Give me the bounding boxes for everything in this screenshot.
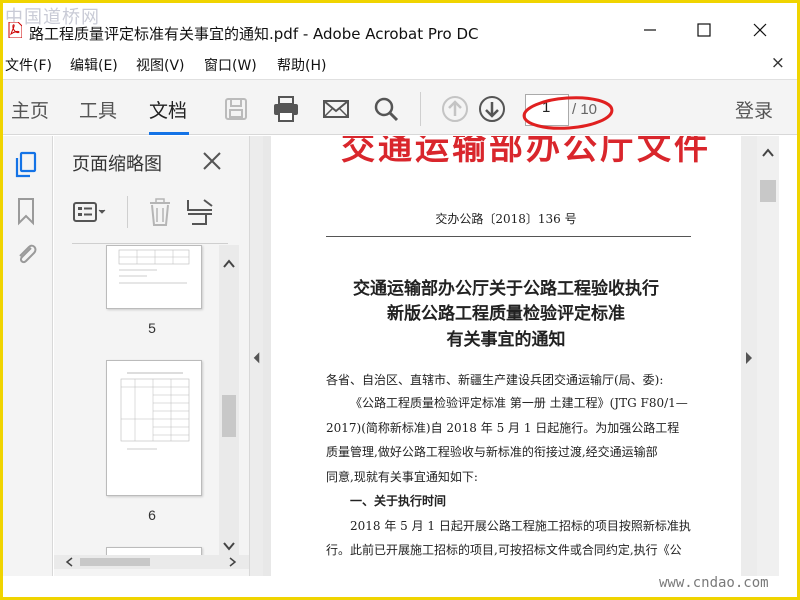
thumbnail-list: 5 6 bbox=[54, 245, 219, 563]
document-body-line: 《公路工程质量检验评定标准 第一册 土建工程》(JTG F80/1— bbox=[350, 396, 688, 410]
page-thumbnails-icon[interactable] bbox=[12, 150, 40, 180]
crop-page-icon[interactable] bbox=[182, 198, 218, 226]
document-body-line: 行。此前已开展施工招标的项目,可按招标文件或合同约定,执行《公 bbox=[326, 543, 682, 557]
thumbnail-label-6: 6 bbox=[148, 507, 156, 523]
thumbnail-horizontal-scrollbar[interactable] bbox=[54, 555, 249, 569]
document-title-line: 有关事宜的通知 bbox=[446, 330, 566, 350]
save-icon[interactable] bbox=[221, 94, 251, 124]
page-up-icon[interactable] bbox=[440, 94, 470, 124]
tab-tools[interactable]: 工具 bbox=[79, 96, 117, 123]
navigation-pane-strip bbox=[3, 136, 53, 576]
thumbnail-scrollbar[interactable] bbox=[219, 245, 239, 563]
menu-file[interactable]: 文件(F) bbox=[5, 55, 52, 75]
window-title: 路工程质量评定标准有关事宜的通知.pdf - Adobe Acrobat Pro… bbox=[29, 25, 479, 43]
print-icon[interactable] bbox=[271, 94, 301, 124]
menu-edit[interactable]: 编辑(E) bbox=[70, 55, 118, 75]
thumbnail-pane: 页面缩略图 5 6 bbox=[54, 136, 249, 576]
close-document-button[interactable]: × bbox=[771, 53, 785, 73]
document-body-line: 2018 年 5 月 1 日起开展公路工程施工招标的项目按照新标准执 bbox=[350, 519, 691, 533]
search-icon[interactable] bbox=[371, 94, 401, 124]
tab-document[interactable]: 文档 bbox=[149, 96, 187, 123]
pdf-file-icon bbox=[8, 22, 22, 38]
active-tab-indicator bbox=[149, 132, 189, 135]
close-pane-icon[interactable] bbox=[201, 150, 223, 172]
collapse-left-pane-handle[interactable] bbox=[249, 136, 263, 576]
email-icon[interactable] bbox=[321, 94, 351, 124]
document-body-line: 2017)(简称新标准)自 2018 年 5 月 1 日起施行。为加强公路工程 bbox=[326, 421, 680, 435]
thumbnail-page-content bbox=[120, 372, 190, 450]
thumbnail-page-5[interactable] bbox=[106, 245, 202, 309]
main-toolbar: 主页 工具 文档 1 / 10 登录 bbox=[3, 79, 797, 135]
minimize-button[interactable] bbox=[639, 19, 661, 41]
delete-page-icon[interactable] bbox=[142, 198, 178, 226]
document-viewport: 交通运输部办公厅文件 交办公路〔2018〕136 号 交通运输部办公厅关于公路工… bbox=[263, 136, 757, 576]
document-body-line: 质量管理,做好公路工程验收与新标准的衔接过渡,经交通运输部 bbox=[326, 445, 658, 459]
tab-home[interactable]: 主页 bbox=[11, 96, 49, 123]
thumbnail-page-content bbox=[118, 249, 190, 284]
thumbnail-label-5: 5 bbox=[148, 320, 156, 336]
document-section-heading: 一、关于执行时间 bbox=[350, 494, 447, 508]
thumbnail-toolbar-separator bbox=[127, 196, 128, 228]
annotation-ellipse bbox=[522, 96, 614, 130]
toolbar-separator bbox=[420, 92, 421, 126]
menu-view[interactable]: 视图(V) bbox=[136, 55, 185, 75]
page-down-icon[interactable] bbox=[477, 94, 507, 124]
close-window-button[interactable] bbox=[749, 19, 771, 41]
document-page: 交通运输部办公厅文件 交办公路〔2018〕136 号 交通运输部办公厅关于公路工… bbox=[271, 136, 741, 576]
document-title-line: 新版公路工程质量检验评定标准 bbox=[387, 304, 625, 324]
document-body-line: 同意,现就有关事宜通知如下: bbox=[326, 470, 478, 484]
menu-bar: 文件(F) 编辑(E) 视图(V) 窗口(W) 帮助(H) × bbox=[3, 53, 797, 77]
login-button[interactable]: 登录 bbox=[735, 96, 773, 123]
document-red-header: 交通运输部办公厅文件 bbox=[341, 136, 711, 168]
document-title-line: 交通运输部办公厅关于公路工程验收执行 bbox=[353, 279, 659, 299]
document-divider bbox=[326, 236, 691, 237]
document-number: 交办公路〔2018〕136 号 bbox=[435, 212, 577, 226]
document-scrollbar[interactable] bbox=[757, 136, 779, 576]
attachment-icon[interactable] bbox=[12, 238, 40, 268]
maximize-button[interactable] bbox=[693, 19, 715, 41]
menu-window[interactable]: 窗口(W) bbox=[204, 55, 257, 75]
bookmark-icon[interactable] bbox=[12, 196, 40, 226]
title-bar: 中国道桥网 路工程质量评定标准有关事宜的通知.pdf - Adobe Acrob… bbox=[3, 3, 797, 49]
collapse-right-pane-handle[interactable] bbox=[741, 136, 757, 576]
thumbnail-options-icon[interactable] bbox=[72, 198, 108, 226]
site-watermark-url: www.cndao.com bbox=[659, 575, 769, 591]
menu-help[interactable]: 帮助(H) bbox=[277, 55, 326, 75]
thumbnail-toolbar-divider bbox=[72, 243, 228, 244]
acrobat-window: 中国道桥网 路工程质量评定标准有关事宜的通知.pdf - Adobe Acrob… bbox=[3, 3, 797, 597]
document-body-line: 各省、自治区、直辖市、新疆生产建设兵团交通运输厅(局、委): bbox=[326, 373, 664, 387]
thumbnail-page-6[interactable] bbox=[106, 360, 202, 496]
thumbnail-pane-title: 页面缩略图 bbox=[72, 154, 162, 175]
